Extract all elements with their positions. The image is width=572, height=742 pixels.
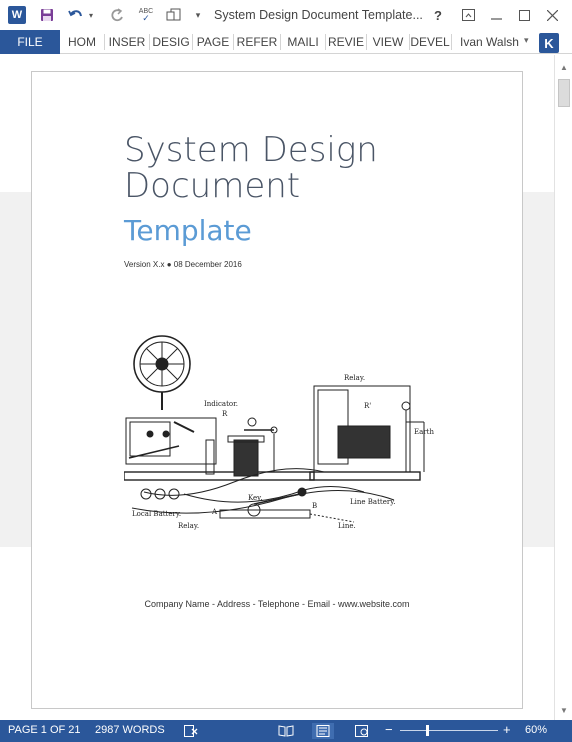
document-version[interactable]: Version X.x ● 08 December 2016 xyxy=(124,260,242,269)
chevron-down-icon[interactable]: ▾ xyxy=(524,35,529,46)
tab-design[interactable]: DESIG xyxy=(150,30,192,54)
status-bar: PAGE 1 OF 21 2987 WORDS − + 60% xyxy=(0,720,572,742)
print-layout-icon[interactable] xyxy=(312,723,334,739)
vertical-scrollbar[interactable]: ▲ ▼ xyxy=(554,55,572,720)
document-footer[interactable]: Company Name - Address - Telephone - Ema… xyxy=(32,599,522,609)
document-subtitle[interactable]: Template xyxy=(124,214,252,247)
telegraph-illustration: Indicator. R Relay. R' Earth Local Batte… xyxy=(124,335,434,530)
customize-icon[interactable]: ▾ xyxy=(192,5,204,25)
ribbon-options-icon[interactable] xyxy=(460,6,476,24)
user-name[interactable]: Ivan Walsh xyxy=(460,35,519,49)
title-bar: W ▾ ABC ✓ ▾ System Design Document Templ… xyxy=(0,0,572,30)
label-relay-r: R' xyxy=(364,402,371,410)
document-canvas[interactable]: System Design Document Template Version … xyxy=(0,55,554,720)
label-a: A xyxy=(211,508,218,516)
undo-icon[interactable] xyxy=(66,5,86,25)
label-line-battery: Line Battery. xyxy=(350,498,395,506)
label-indicator-r: R xyxy=(222,410,228,418)
tab-home[interactable]: HOM xyxy=(60,30,104,54)
check-mark-icon: ✓ xyxy=(142,13,150,23)
redo-icon[interactable] xyxy=(108,5,126,25)
label-local-battery: Local Battery. xyxy=(132,510,181,518)
page-count[interactable]: PAGE 1 OF 21 xyxy=(8,724,81,736)
undo-dropdown-icon[interactable]: ▾ xyxy=(86,5,96,25)
scroll-down-icon[interactable]: ▼ xyxy=(558,704,570,716)
zoom-out-button[interactable]: − xyxy=(385,722,393,737)
scroll-up-icon[interactable]: ▲ xyxy=(558,61,570,73)
tab-developer[interactable]: DEVEL xyxy=(410,30,450,54)
label-indicator: Indicator. xyxy=(204,400,238,408)
maximize-icon[interactable] xyxy=(516,6,532,24)
avatar[interactable]: K xyxy=(539,33,559,53)
tab-file[interactable]: FILE xyxy=(0,30,60,54)
tab-review[interactable]: REVIE xyxy=(326,30,366,54)
minimize-icon[interactable] xyxy=(488,6,504,24)
tab-view[interactable]: VIEW xyxy=(367,30,409,54)
label-relay-bottom: Relay. xyxy=(178,522,199,530)
proofing-icon[interactable] xyxy=(182,723,200,739)
tab-page-layout[interactable]: PAGE xyxy=(193,30,233,54)
help-icon[interactable]: ? xyxy=(430,6,446,24)
zoom-level[interactable]: 60% xyxy=(525,724,547,736)
save-icon[interactable] xyxy=(38,5,56,25)
label-b: B xyxy=(312,502,317,510)
tab-divider xyxy=(451,34,452,50)
spelling-icon[interactable]: ABC ✓ xyxy=(136,5,156,25)
close-icon[interactable] xyxy=(544,6,560,24)
window-title: System Design Document Template... xyxy=(214,8,423,22)
zoom-slider[interactable] xyxy=(400,730,498,731)
document-title-line2: Document xyxy=(124,166,301,206)
scroll-thumb[interactable] xyxy=(558,79,570,107)
label-line: Line. xyxy=(338,522,356,530)
new-doc-icon[interactable] xyxy=(164,5,184,25)
zoom-in-button[interactable]: + xyxy=(503,722,511,737)
label-relay-top: Relay. xyxy=(344,374,365,382)
word-count[interactable]: 2987 WORDS xyxy=(95,724,165,736)
word-logo-icon[interactable]: W xyxy=(8,6,26,24)
document-title[interactable]: System Design Document xyxy=(124,132,378,204)
document-title-line1: System Design xyxy=(124,130,378,170)
read-mode-icon[interactable] xyxy=(276,723,296,739)
zoom-slider-thumb[interactable] xyxy=(426,725,429,736)
web-layout-icon[interactable] xyxy=(352,723,372,739)
label-key: Key. xyxy=(248,494,262,502)
document-page[interactable]: System Design Document Template Version … xyxy=(31,71,523,709)
tab-insert[interactable]: INSER xyxy=(105,30,149,54)
tab-references[interactable]: REFER xyxy=(234,30,280,54)
label-earth: Earth xyxy=(414,428,434,436)
tab-mailings[interactable]: MAILI xyxy=(281,30,325,54)
ribbon-tabs: FILE HOM INSER DESIG PAGE REFER MAILI RE… xyxy=(0,30,572,54)
